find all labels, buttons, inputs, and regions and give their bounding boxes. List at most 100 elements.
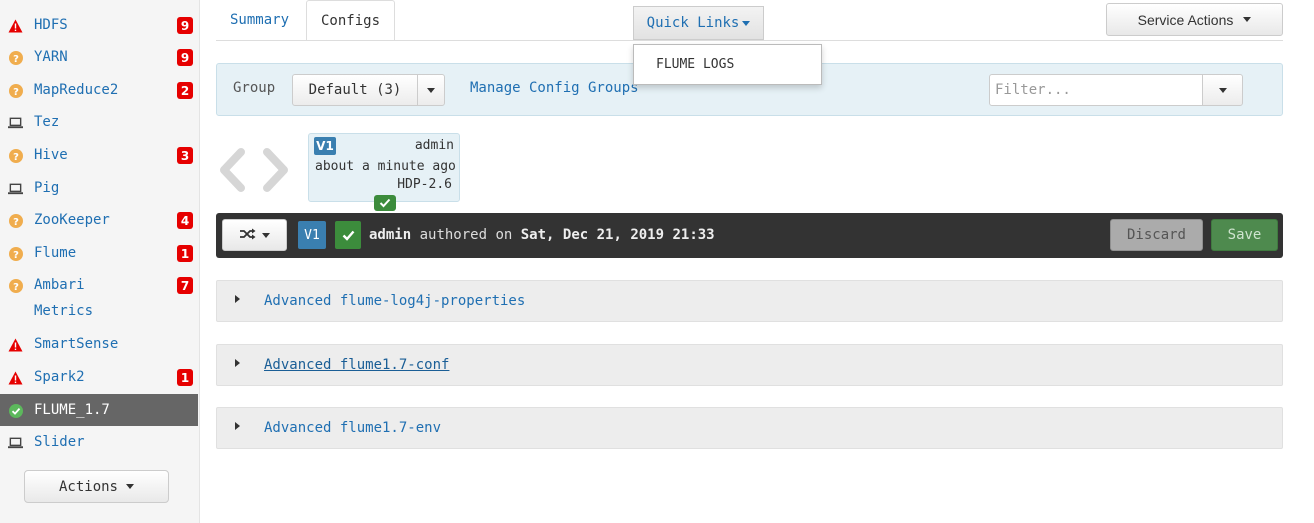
question-circle-icon: ? — [8, 50, 23, 65]
alert-count-badge[interactable]: 4 — [177, 212, 193, 229]
section-advanced-flume1-7-conf[interactable]: Advanced flume1.7-conf — [216, 344, 1283, 386]
alert-triangle-icon — [8, 337, 23, 352]
sidebar-item-zookeeper[interactable]: ? ZooKeeper 4 — [0, 204, 198, 236]
caret-right-icon — [235, 422, 240, 430]
sidebar-item-tez[interactable]: Tez — [0, 106, 198, 138]
laptop-icon — [8, 115, 23, 130]
sidebar-item-label: FLUME_1.7 — [34, 402, 110, 418]
version-author: admin — [414, 138, 454, 153]
svg-text:?: ? — [13, 250, 19, 261]
group-label: Group — [233, 80, 276, 96]
alert-count-badge[interactable]: 1 — [177, 369, 193, 386]
section-title[interactable]: Advanced flume1.7-conf — [264, 357, 449, 373]
sidebar-item-flume-1-7[interactable]: FLUME_1.7 — [0, 394, 198, 426]
svg-text:?: ? — [13, 54, 19, 65]
actions-button[interactable]: Actions — [24, 470, 169, 503]
chevron-left-icon[interactable] — [216, 148, 246, 192]
question-circle-icon: ? — [8, 148, 23, 163]
caret-down-icon — [126, 484, 134, 489]
actions-label: Actions — [58, 478, 118, 495]
sidebar-item-label-line2: Metrics — [34, 303, 94, 319]
filter-input[interactable] — [989, 74, 1203, 106]
sidebar-item-label: Pig — [34, 180, 60, 196]
save-button[interactable]: Save — [1211, 219, 1278, 251]
tab-configs[interactable]: Configs — [306, 0, 396, 41]
caret-right-icon — [235, 359, 240, 367]
alert-count-badge[interactable]: 7 — [177, 277, 193, 294]
chevron-right-icon[interactable] — [262, 148, 292, 192]
version-card[interactable]: V1 admin about a minute ago HDP-2.6 — [308, 133, 460, 211]
manage-config-groups-link[interactable]: Manage Config Groups — [470, 80, 639, 96]
sidebar-item-label: SmartSense — [34, 336, 119, 352]
section-advanced-flume1-7-env[interactable]: Advanced flume1.7-env — [216, 407, 1283, 449]
group-select[interactable]: Default (3) — [292, 74, 418, 106]
laptop-icon — [8, 181, 23, 196]
question-circle-icon: ? — [8, 278, 23, 293]
sidebar-item-label: Hive — [34, 147, 68, 163]
discard-button[interactable]: Discard — [1110, 219, 1203, 251]
alert-count-badge[interactable]: 1 — [177, 245, 193, 262]
sidebar-item-pig[interactable]: Pig — [0, 172, 198, 204]
section-advanced-flume-log4j-properties[interactable]: Advanced flume-log4j-properties — [216, 280, 1283, 322]
alert-count-badge[interactable]: 9 — [177, 49, 193, 66]
version-time: about a minute ago — [315, 159, 456, 174]
version-author: admin — [369, 227, 412, 243]
sidebar-item-mapreduce2[interactable]: ? MapReduce2 2 — [0, 74, 198, 106]
laptop-icon — [8, 435, 23, 450]
caret-down-icon — [1243, 17, 1252, 22]
quick-links-button[interactable]: Quick Links — [633, 6, 764, 40]
sidebar-item-label: ZooKeeper — [34, 212, 110, 228]
tab-summary[interactable]: Summary — [216, 0, 303, 41]
authored-on-label: authored on — [419, 227, 513, 243]
alert-triangle-icon — [8, 18, 23, 33]
quick-links-menu: FLUME LOGS — [633, 44, 822, 85]
sidebar-item-label: Spark2 — [34, 369, 85, 385]
sidebar-item-spark2[interactable]: Spark2 1 — [0, 361, 198, 393]
tab-divider — [216, 40, 1283, 41]
sidebar-item-label: MapReduce2 — [34, 82, 119, 98]
service-actions-label: Service Actions — [1137, 11, 1234, 28]
menu-item-flume-logs[interactable]: FLUME LOGS — [656, 57, 734, 72]
version-badge: V1 — [298, 221, 326, 249]
alert-count-badge[interactable]: 2 — [177, 82, 193, 99]
version-date: Sat, Dec 21, 2019 21:33 — [520, 227, 715, 243]
sidebar-item-slider[interactable]: Slider — [0, 426, 198, 458]
section-title[interactable]: Advanced flume1.7-env — [264, 420, 441, 436]
alert-count-badge[interactable]: 9 — [177, 17, 193, 34]
caret-down-icon — [1218, 87, 1227, 93]
sidebar-item-yarn[interactable]: ? YARN 9 — [0, 41, 198, 73]
question-circle-icon: ? — [8, 83, 23, 98]
section-title[interactable]: Advanced flume-log4j-properties — [264, 293, 525, 309]
caret-down-icon — [427, 87, 435, 93]
sidebar-item-label: YARN — [34, 49, 68, 65]
sidebar-item-label: Ambari — [34, 277, 85, 293]
svg-text:?: ? — [13, 282, 19, 293]
quick-links-label: Quick Links — [646, 15, 740, 31]
alert-triangle-icon — [8, 370, 23, 385]
sidebar-item-label: Flume — [34, 245, 77, 261]
sidebar-item-hdfs[interactable]: HDFS 9 — [0, 9, 198, 41]
compare-button[interactable] — [222, 219, 287, 251]
group-select-toggle[interactable] — [417, 74, 445, 106]
question-circle-icon: ? — [8, 213, 23, 228]
alert-count-badge[interactable]: 3 — [177, 147, 193, 164]
sidebar-item-flume[interactable]: ? Flume 1 — [0, 237, 198, 269]
version-badge: V1 — [314, 137, 336, 155]
filter-dropdown-toggle[interactable] — [1202, 74, 1243, 106]
caret-right-icon — [235, 295, 240, 303]
caret-down-icon — [261, 232, 270, 238]
sidebar-item-smartsense[interactable]: SmartSense — [0, 328, 198, 360]
service-actions-button[interactable]: Service Actions — [1106, 3, 1283, 36]
svg-text:?: ? — [13, 217, 19, 228]
question-circle-icon: ? — [8, 246, 23, 261]
svg-text:?: ? — [13, 152, 19, 163]
sidebar-item-label: Slider — [34, 434, 85, 450]
sidebar-item-label: HDFS — [34, 17, 68, 33]
services-sidebar: HDFS 9 ? YARN 9 ? MapReduce2 2 Tez ? Hiv… — [0, 0, 200, 523]
check-circle-icon — [8, 403, 23, 418]
sidebar-item-hive[interactable]: ? Hive 3 — [0, 139, 198, 171]
check-icon — [335, 221, 361, 249]
sidebar-item-label: Tez — [34, 114, 60, 130]
check-icon — [374, 195, 396, 211]
sidebar-item-ambari-metrics[interactable]: ? Ambari Metrics 7 — [0, 269, 198, 325]
